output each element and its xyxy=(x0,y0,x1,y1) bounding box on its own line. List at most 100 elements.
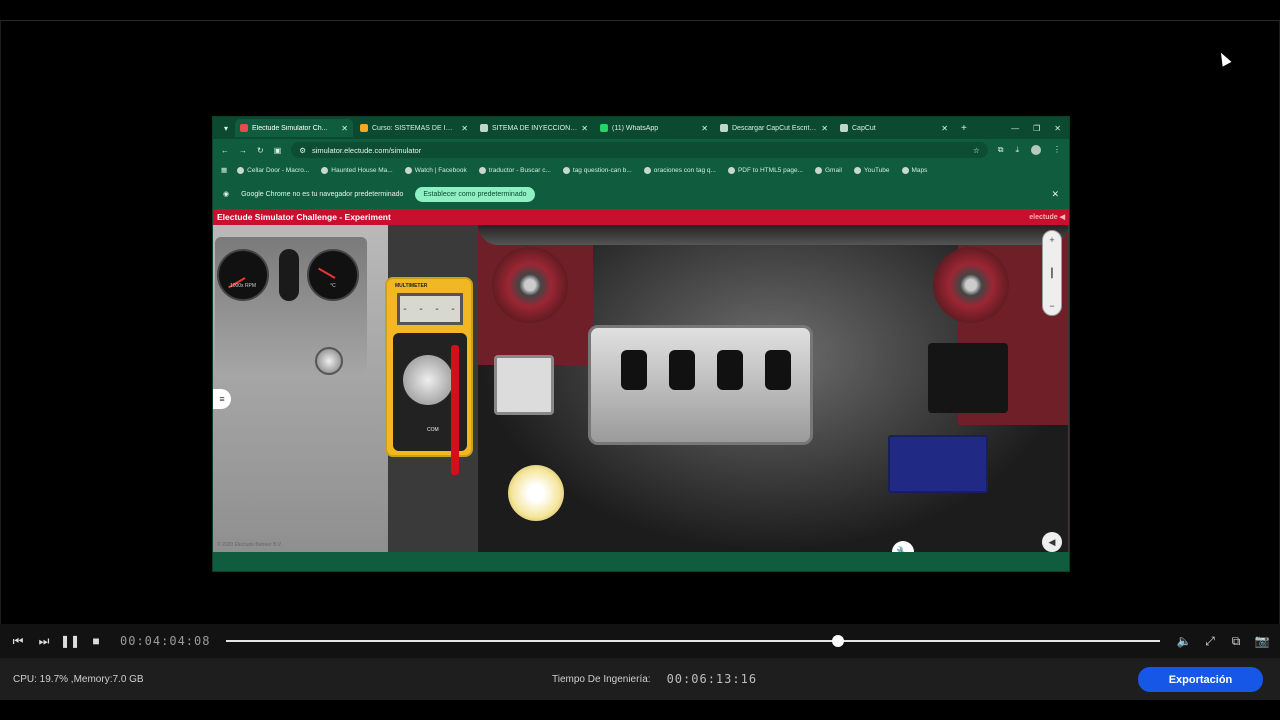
bookmark-favicon-icon xyxy=(237,166,245,174)
back-icon: ← xyxy=(221,145,229,155)
bookmark-label: PDF to HTML5 page... xyxy=(737,166,803,174)
ignition-coil xyxy=(717,350,743,390)
timeline-scrubber[interactable] xyxy=(226,635,1160,647)
tab-favicon-icon xyxy=(720,124,728,132)
bookmark-favicon-icon xyxy=(853,166,861,174)
browser-tab: Descargar CapCut Escritori... ✕ xyxy=(715,119,833,137)
bookmark-star-icon: ☆ xyxy=(973,145,980,155)
left-strut-mount xyxy=(492,247,568,323)
bookmark-item: Cellar Door - Macro... xyxy=(237,166,310,174)
bookmark-favicon-icon xyxy=(727,166,735,174)
engine-bay: 🔧 xyxy=(478,225,1068,552)
instrument-panel: 1000x RPM °C xyxy=(215,237,367,375)
tab-close-icon: ✕ xyxy=(461,123,468,133)
player-tools: 🔈 ⤢ ⧉ 📷 xyxy=(1176,633,1270,649)
stop-button[interactable]: ■ xyxy=(88,633,104,649)
bookmark-favicon-icon xyxy=(321,166,329,174)
bonnet-edge xyxy=(478,225,1068,245)
snapshot-camera-icon[interactable]: 📷 xyxy=(1254,633,1270,649)
url-text: simulator.electude.com/simulator xyxy=(312,145,422,155)
bookmark-label: tag question-can b... xyxy=(572,166,632,174)
bottom-strip xyxy=(0,700,1280,720)
bookmark-label: traductor - Buscar c... xyxy=(488,166,551,174)
temperature-gauge: °C xyxy=(307,249,359,301)
zoom-out-icon: − xyxy=(1049,301,1055,311)
mouse-cursor-icon xyxy=(1216,50,1232,67)
playback-bar: ⏮ ⏭ ❚❚ ■ 00:04:04:08 🔈 ⤢ ⧉ 📷 xyxy=(0,624,1280,658)
infobar-close-icon: ✕ xyxy=(1051,188,1059,199)
tab-label: Curso: SISTEMAS DE INYE... xyxy=(372,124,458,132)
browser-tools: ⧉ ⤓ ⋮ xyxy=(998,145,1061,155)
bookmark-item: Haunted House Ma... xyxy=(321,166,393,174)
air-filter-box xyxy=(928,343,1008,413)
bookmark-label: oraciones con tag q... xyxy=(653,166,716,174)
bookmark-item: PDF to HTML5 page... xyxy=(727,166,803,174)
zoom-in-icon: + xyxy=(1049,235,1055,245)
volume-icon[interactable]: 🔈 xyxy=(1176,633,1192,649)
tab-label: Descargar CapCut Escritori... xyxy=(732,124,818,132)
tab-label: SITEMA DE INYECCION _A... xyxy=(492,124,578,132)
bookmark-label: YouTube xyxy=(863,166,890,174)
restore-icon: ❐ xyxy=(1033,123,1041,133)
pause-button[interactable]: ❚❚ xyxy=(60,633,80,649)
export-button[interactable]: Exportación xyxy=(1138,667,1263,692)
current-timecode: 00:04:04:08 xyxy=(120,634,211,648)
ignition-knob xyxy=(315,347,343,375)
electude-logo: electude ◀ xyxy=(1029,214,1065,221)
status-bar: CPU: 19.7% ,Memory:7.0 GB Tiempo De Inge… xyxy=(0,658,1280,700)
rpm-label: 1000x RPM xyxy=(229,283,257,289)
bookmark-label: Gmail xyxy=(824,166,842,174)
bookmark-label: Cellar Door - Macro... xyxy=(247,166,310,174)
ignition-coil xyxy=(621,350,647,390)
engineering-time-label: Tiempo De Ingeniería: xyxy=(552,673,651,685)
extensions-icon: ⧉ xyxy=(997,145,1004,154)
car-battery xyxy=(888,435,988,493)
multimeter-label: MULTIMETER xyxy=(395,283,428,289)
tab-search-icon: ▾ xyxy=(223,123,228,133)
browser-tab: CapCut ✕ xyxy=(835,119,953,137)
tab-close-icon: ✕ xyxy=(581,123,588,133)
simulator-scene: 1000x RPM °C ≡ © 2020 Electude Beheer B.… xyxy=(213,225,1069,552)
address-bar: ⚙ simulator.electude.com/simulator ☆ xyxy=(291,142,988,158)
ignition-coil xyxy=(765,350,791,390)
download-icon: ⤓ xyxy=(1015,145,1019,154)
multimeter-probe xyxy=(451,345,459,475)
multimeter: MULTIMETER - - - - COM xyxy=(385,277,473,457)
tab-favicon-icon xyxy=(480,124,488,132)
bookmark-item: traductor - Buscar c... xyxy=(478,166,551,174)
forward-icon: → xyxy=(239,145,247,155)
video-preview[interactable]: ▾ Electude Simulator Ch... ✕ Curso: SISTEM… xyxy=(0,21,1280,624)
engine-control-unit xyxy=(494,355,554,415)
bookmarks-bar: ▦ Cellar Door - Macro... Haunted House Ma… xyxy=(213,161,1069,179)
simulator-menu-icon: ≡ xyxy=(213,389,231,409)
cpu-memory-readout: CPU: 19.7% ,Memory:7.0 GB xyxy=(13,673,144,685)
aspect-ratio-icon[interactable]: ⧉ xyxy=(1228,633,1244,649)
bookmark-label: Maps xyxy=(911,166,928,174)
tab-label: Electude Simulator Ch... xyxy=(252,124,328,132)
bookmark-favicon-icon xyxy=(901,166,909,174)
simulator-zoom-control: + ┃ − xyxy=(1042,230,1062,316)
engineering-time: Tiempo De Ingeniería: 00:06:13:16 xyxy=(552,658,757,700)
ignition-coil xyxy=(669,350,695,390)
previous-frame-button[interactable]: ⏮ xyxy=(10,633,26,649)
bookmark-item: Gmail xyxy=(814,166,842,174)
zoom-slider-icon: ┃ xyxy=(1049,267,1055,278)
next-frame-button[interactable]: ⏭ xyxy=(36,633,52,649)
browser-tab: (11) WhatsApp ✕ xyxy=(595,119,713,137)
engine-block xyxy=(588,325,813,445)
browser-tab: Electude Simulator Ch... ✕ xyxy=(235,119,353,137)
tab-close-icon: ✕ xyxy=(941,123,948,133)
browser-window-controls: — ❐ ✕ xyxy=(1011,124,1069,133)
fullscreen-icon[interactable]: ⤢ xyxy=(1202,633,1218,649)
more-menu-icon: ⋮ xyxy=(1053,145,1061,154)
simulator-copyright: © 2020 Electude Beheer B.V. xyxy=(217,542,282,548)
tab-label: CapCut xyxy=(852,124,876,132)
simulator-title: Electude Simulator Challenge - Experimen… xyxy=(217,212,391,222)
scrubber-handle[interactable] xyxy=(831,635,844,647)
multimeter-com-port: COM xyxy=(427,427,439,433)
tab-favicon-icon xyxy=(840,124,848,132)
browser-tabstrip: ▾ Electude Simulator Ch... ✕ Curso: SISTEM… xyxy=(213,117,1069,139)
profile-avatar xyxy=(1031,145,1041,155)
right-strut-mount xyxy=(933,247,1009,323)
apps-grid-icon: ▦ xyxy=(221,167,228,174)
